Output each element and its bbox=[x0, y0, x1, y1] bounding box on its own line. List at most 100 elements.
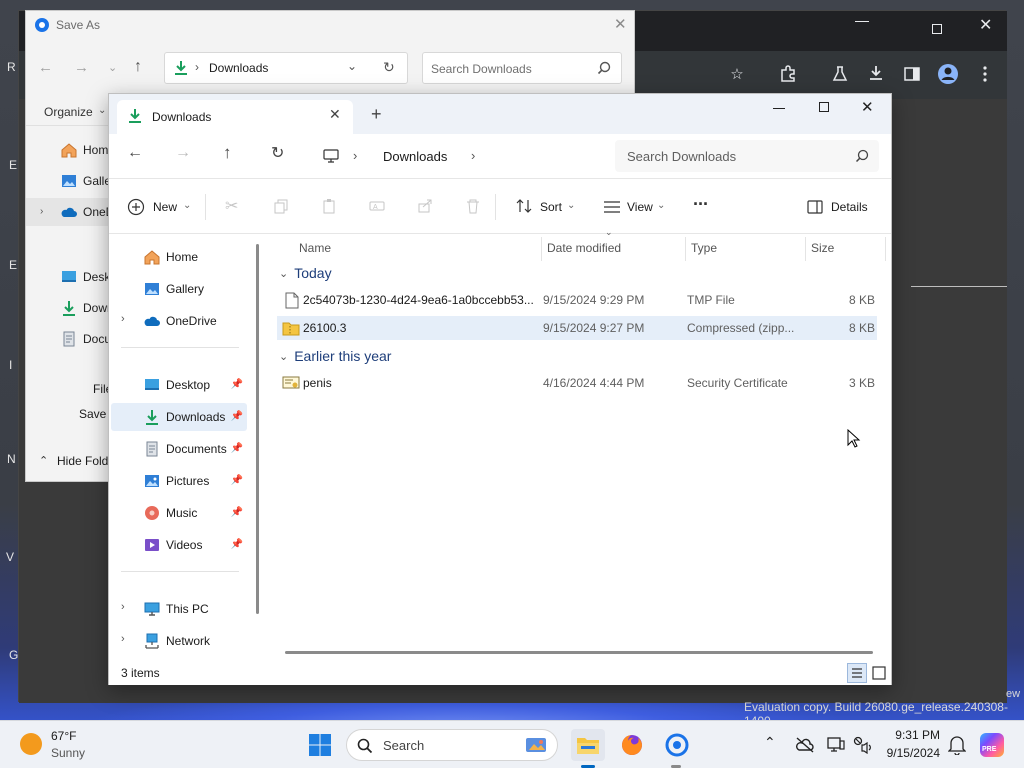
desktop-icon-label[interactable]: V bbox=[6, 550, 14, 564]
weather-description[interactable]: Sunny bbox=[51, 746, 85, 760]
column-header-name[interactable]: Name bbox=[299, 241, 331, 255]
file-explorer-taskbar-icon[interactable] bbox=[571, 729, 605, 761]
save-as-close-icon[interactable]: ✕ bbox=[614, 15, 627, 33]
recent-chevron-icon[interactable]: ⌄ bbox=[108, 61, 117, 74]
delete-icon[interactable] bbox=[465, 198, 481, 214]
breadcrumb-chevron-icon[interactable]: › bbox=[471, 148, 475, 163]
refresh-icon[interactable]: ↻ bbox=[271, 143, 284, 163]
hide-folders-button[interactable]: Hide Fold bbox=[57, 454, 108, 468]
maximize-icon[interactable] bbox=[819, 102, 829, 112]
sidebar-item-onedrive[interactable]: OneDrive bbox=[111, 307, 247, 335]
rename-icon[interactable]: A bbox=[369, 198, 385, 214]
extensions-icon[interactable] bbox=[779, 65, 797, 83]
address-dropdown-icon[interactable]: ⌄ bbox=[347, 59, 357, 73]
paste-icon[interactable] bbox=[321, 198, 337, 214]
tab-downloads[interactable]: Downloads ✕ bbox=[117, 100, 353, 134]
nav-item-home[interactable]: Hom bbox=[26, 136, 110, 164]
tab-close-icon[interactable]: ✕ bbox=[329, 106, 341, 123]
desktop-icon-label[interactable]: E bbox=[9, 258, 17, 272]
close-icon[interactable]: ✕ bbox=[979, 15, 992, 35]
desktop-icon-label[interactable]: N bbox=[7, 452, 16, 466]
star-icon[interactable]: ☆ bbox=[725, 63, 749, 87]
organize-button[interactable]: Organize bbox=[44, 105, 93, 119]
cut-icon[interactable]: ✂ bbox=[225, 196, 238, 216]
save-as-address-bar[interactable]: › Downloads ⌄ ↻ bbox=[164, 52, 408, 84]
share-icon[interactable] bbox=[417, 198, 433, 214]
details-button[interactable]: Details bbox=[831, 200, 868, 214]
sidebar-item-gallery[interactable]: Gallery bbox=[111, 275, 247, 303]
labs-icon[interactable] bbox=[831, 65, 849, 83]
firefox-taskbar-icon[interactable] bbox=[615, 729, 649, 761]
sidebar-item-videos[interactable]: Videos 📌 bbox=[111, 531, 247, 559]
minimize-icon[interactable] bbox=[855, 21, 869, 22]
new-button[interactable]: New bbox=[153, 200, 177, 214]
back-arrow-icon[interactable]: ← bbox=[127, 144, 143, 162]
nav-item-downloads[interactable]: Dowr bbox=[26, 294, 111, 322]
column-header-size[interactable]: Size bbox=[811, 241, 834, 255]
sun-icon[interactable] bbox=[20, 733, 42, 755]
sidebar-item-desktop[interactable]: Desktop 📌 bbox=[111, 371, 247, 399]
group-header-today[interactable]: ⌄ Today bbox=[279, 265, 332, 281]
tiles-view-toggle[interactable] bbox=[871, 665, 887, 681]
display-icon[interactable] bbox=[827, 736, 845, 754]
sidebar-item-pictures[interactable]: Pictures 📌 bbox=[111, 467, 247, 495]
refresh-icon[interactable]: ↻ bbox=[383, 59, 395, 76]
details-view-toggle[interactable] bbox=[847, 663, 867, 683]
forward-arrow-icon[interactable]: → bbox=[175, 144, 191, 162]
horizontal-scrollbar[interactable] bbox=[285, 651, 873, 654]
network-volume-icon[interactable] bbox=[853, 736, 873, 754]
view-button[interactable]: View bbox=[627, 200, 653, 214]
more-icon[interactable] bbox=[977, 65, 993, 83]
desktop-icon-label[interactable]: G bbox=[9, 648, 18, 662]
table-row[interactable]: 2c54073b-1230-4d24-9ea6-1a0bccebb53... 9… bbox=[277, 288, 877, 312]
taskbar-search[interactable]: Search bbox=[346, 729, 558, 761]
forward-arrow-icon[interactable]: → bbox=[74, 59, 89, 76]
sidebar-item-network[interactable]: Network bbox=[111, 627, 247, 655]
windows-start-icon[interactable] bbox=[308, 733, 332, 757]
sidebar-item-home[interactable]: Home bbox=[111, 243, 247, 271]
nav-item-desktop[interactable]: Deskt bbox=[26, 263, 114, 291]
desktop-icon-label[interactable]: E bbox=[9, 158, 17, 172]
up-arrow-icon[interactable]: ↑ bbox=[134, 58, 142, 76]
copy-icon[interactable] bbox=[273, 198, 289, 214]
desktop-icon-label[interactable]: R bbox=[7, 60, 16, 74]
more-options-button[interactable]: ··· bbox=[693, 194, 709, 215]
profile-icon[interactable] bbox=[937, 63, 959, 85]
chrome-taskbar-icon[interactable] bbox=[660, 729, 694, 761]
chevron-up-icon[interactable]: ⌃ bbox=[764, 734, 776, 751]
column-header-date[interactable]: Date modified bbox=[547, 241, 621, 255]
breadcrumb[interactable]: › Downloads › bbox=[313, 140, 605, 172]
sidebar-item-downloads[interactable]: Downloads 📌 bbox=[111, 403, 247, 431]
desktop-icon-label[interactable]: I bbox=[9, 358, 12, 372]
nav-item-onedrive[interactable]: OneD bbox=[26, 198, 114, 226]
notification-bell-icon[interactable] bbox=[948, 735, 966, 755]
sidebar-item-documents[interactable]: Documents 📌 bbox=[111, 435, 247, 463]
breadcrumb-downloads[interactable]: Downloads bbox=[383, 149, 447, 164]
table-row[interactable]: penis 4/16/2024 4:44 PM Security Certifi… bbox=[277, 371, 877, 395]
sidebar-item-this-pc[interactable]: This PC bbox=[111, 595, 247, 623]
up-arrow-icon[interactable]: ↑ bbox=[223, 143, 232, 163]
sort-button[interactable]: Sort bbox=[540, 200, 562, 214]
back-arrow-icon[interactable]: ← bbox=[38, 59, 53, 76]
maximize-icon[interactable] bbox=[932, 24, 942, 34]
clock-time[interactable]: 9:31 PM bbox=[878, 728, 940, 742]
onedrive-status-icon[interactable] bbox=[795, 737, 815, 753]
group-header-earlier[interactable]: ⌄ Earlier this year bbox=[279, 348, 391, 364]
table-row[interactable]: 26100.3 9/15/2024 9:27 PM Compressed (zi… bbox=[277, 316, 877, 340]
sidebar-item-music[interactable]: Music 📌 bbox=[111, 499, 247, 527]
nav-item-documents[interactable]: Docu bbox=[26, 325, 111, 353]
minimize-icon[interactable] bbox=[773, 108, 785, 109]
column-header-type[interactable]: Type bbox=[691, 241, 717, 255]
close-icon[interactable]: ✕ bbox=[861, 98, 874, 116]
save-as-search-box[interactable]: Search Downloads bbox=[422, 52, 622, 84]
download-icon[interactable] bbox=[867, 64, 885, 82]
nav-scrollbar[interactable] bbox=[256, 244, 259, 614]
new-tab-icon[interactable]: + bbox=[371, 104, 382, 125]
nav-item-gallery[interactable]: Galle bbox=[26, 167, 111, 195]
copilot-icon[interactable]: PRE bbox=[980, 733, 1004, 757]
sidebar-icon[interactable] bbox=[903, 65, 921, 83]
weather-temperature[interactable]: 67°F bbox=[51, 729, 76, 743]
clock-date[interactable]: 9/15/2024 bbox=[872, 746, 940, 760]
search-input[interactable]: Search Downloads bbox=[615, 140, 879, 172]
hide-folders-chevron-icon[interactable]: ⌃ bbox=[39, 454, 48, 467]
